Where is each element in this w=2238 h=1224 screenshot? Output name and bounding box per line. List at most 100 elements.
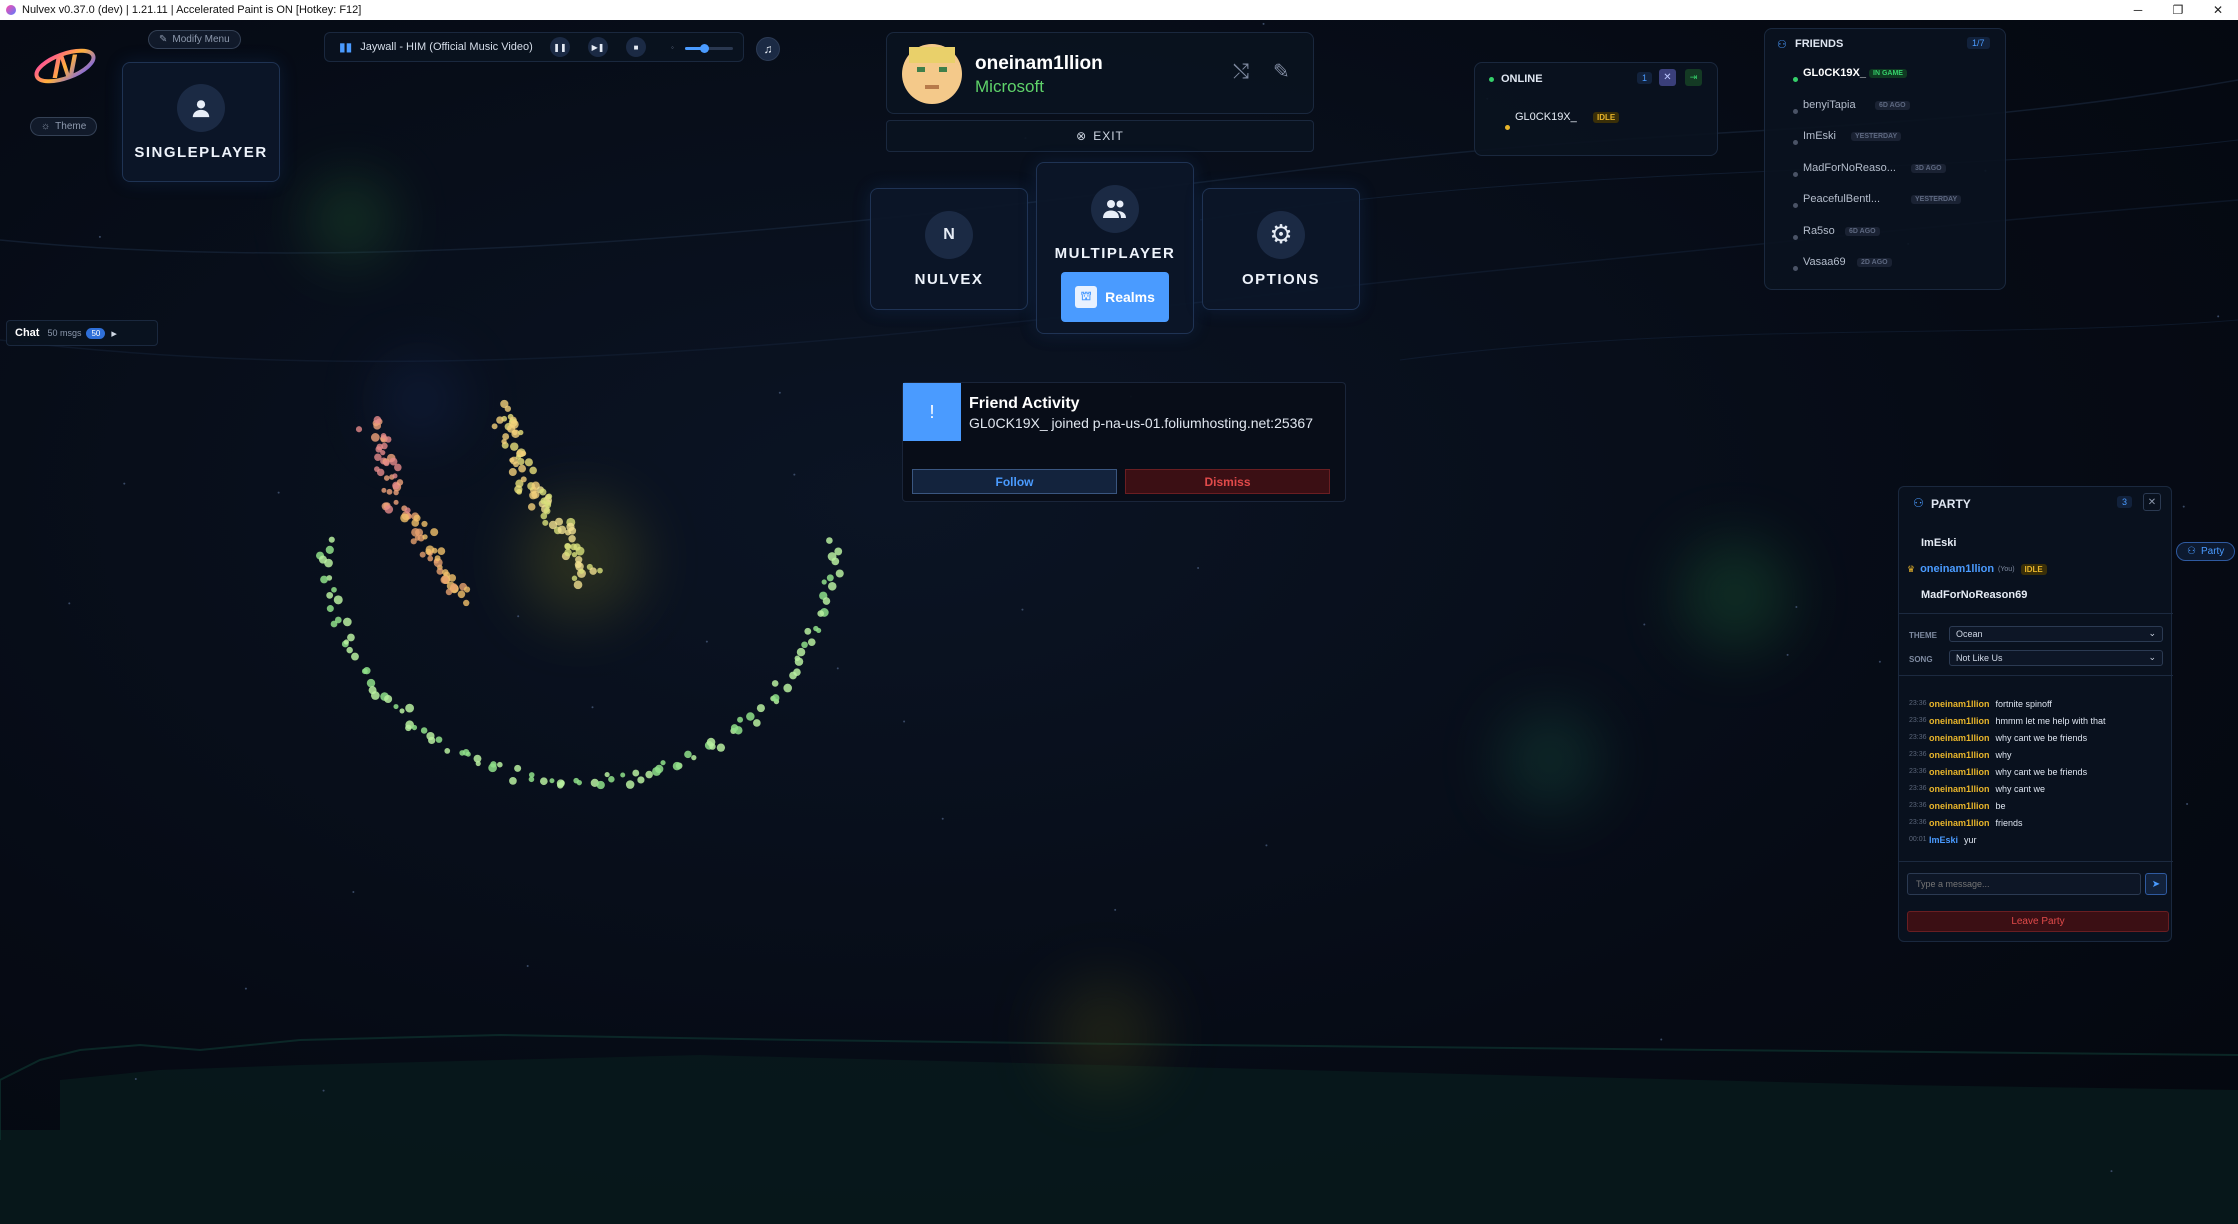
singleplayer-button[interactable]: SINGLEPLAYER [122,62,280,182]
friend-row[interactable]: Ra5so 6D AGO [1765,223,2007,243]
particle [734,726,743,735]
particle [393,499,399,505]
stop-button[interactable]: ■ [626,37,646,57]
nulvex-logo[interactable]: N [30,38,100,94]
particle [510,420,519,429]
realms-icon: ⛫ [1075,286,1098,308]
chat-badge: 50 [86,327,106,339]
pause-button[interactable]: ❚❚ [550,37,570,57]
friend-name: Vasaa69 [1803,256,1846,268]
party-member-self[interactable]: ♛ oneinam1llion (You) IDLE [1907,563,2047,575]
chat-user: oneinam1llion [1929,732,1990,743]
multiplayer-button[interactable]: MULTIPLAYER ⛫ Realms [1036,162,1194,334]
modify-menu-button[interactable]: ✎ Modify Menu [148,30,241,49]
options-label: OPTIONS [1241,270,1320,288]
friend-name: PeacefulBentl... [1803,193,1881,205]
particle [383,475,390,481]
party-member[interactable]: ImEski [1921,537,1956,549]
friend-status: 6D AGO [1875,100,1910,110]
online-dot [1489,77,1494,82]
background-star [244,987,247,990]
x-toggle-icon[interactable]: ✕ [1659,69,1676,86]
particle [546,493,553,500]
particle [796,647,806,657]
particle [414,535,421,541]
realms-button[interactable]: ⛫ Realms [1061,272,1169,322]
particle [834,547,843,556]
particle [571,575,578,581]
volume-slider[interactable] [685,44,733,53]
friend-activity-toast: ! Friend Activity GL0CK19X_ joined p-na-… [902,382,1346,502]
friend-row[interactable]: benyiTapia 6D AGO [1765,97,2007,117]
sun-icon: ☼ [41,121,51,132]
send-button[interactable]: ➤ [2145,873,2167,895]
online-user-name[interactable]: GL0CK19X_ [1515,111,1577,123]
next-button[interactable]: ▶❚ [588,37,608,57]
song-select[interactable]: Not Like Us ⌄ [1949,650,2163,666]
restore-button[interactable]: ❐ [2158,0,2198,20]
particle [737,716,744,723]
chat-message: 23:36 oneinam1llion why cant we [1909,780,2165,797]
particle [333,595,343,605]
friend-status: YESTERDAY [1851,132,1902,141]
background-star [591,706,594,709]
particle [393,704,399,710]
particle [783,683,793,693]
particle [497,761,503,768]
particle [394,463,402,472]
chat-user: oneinam1llion [1929,817,1990,828]
volume-knob[interactable] [700,44,710,53]
theme-select[interactable]: Ocean ⌄ [1949,626,2163,642]
party-side-button[interactable]: ⚇ Party [2176,542,2236,561]
join-icon[interactable]: ⇥ [1685,69,1702,86]
particle [684,750,692,759]
particle [821,579,827,585]
follow-button[interactable]: Follow [912,469,1117,494]
chat-time: 23:36 [1909,819,1927,826]
close-circle-icon: ⊗ [1076,129,1088,143]
chat-message: 23:36 oneinam1llion friends [1909,814,2165,831]
player-avatar[interactable] [901,43,963,105]
friend-name: MadForNoReaso... [1803,161,1896,174]
options-button[interactable]: ⚙ OPTIONS [1202,188,1360,310]
music-note-button[interactable]: ♫ [756,37,780,61]
song-select-value: Not Like Us [1956,653,2003,663]
particle [625,780,635,789]
dismiss-button[interactable]: Dismiss [1125,469,1330,494]
chat-toggle[interactable]: Chat 50 msgs 50 ▸ [6,320,158,346]
theme-button[interactable]: ☼ Theme [30,117,98,136]
particle [513,461,519,468]
particle [804,627,812,635]
nulvex-button[interactable]: N NULVEX [870,188,1028,310]
friend-row[interactable]: ImEski YESTERDAY [1765,128,2007,148]
minimize-button[interactable]: ─ [2118,0,2158,20]
pencil-icon: ✎ [159,34,168,45]
particle [771,680,779,687]
particle [396,479,404,486]
close-button[interactable]: ✕ [2198,0,2238,20]
particle [548,520,558,530]
friend-row[interactable]: GL0CK19X_ IN GAME [1765,65,2007,85]
particle [508,468,517,477]
background-star [1795,605,1798,608]
party-member[interactable]: MadForNoReason69 [1921,589,2027,601]
party-message-input[interactable] [1907,873,2141,895]
chat-message: 23:36 oneinam1llion why cant we be friends [1909,729,2165,746]
particle [576,779,582,786]
chat-user: oneinam1llion [1929,766,1990,777]
leave-party-button[interactable]: Leave Party [1907,911,2169,932]
chat-text: why cant we be friends [1995,766,2088,777]
particle [835,569,844,578]
exit-button[interactable]: ⊗ EXIT [886,120,1314,152]
friend-row[interactable]: Vasaa69 2D AGO [1765,254,2007,274]
friend-row[interactable]: PeacefulBentl... YESTERDAY [1765,191,2007,211]
chat-time: 23:36 [1909,751,1927,758]
particle [793,668,801,676]
shuffle-icon[interactable]: ⤭ [1233,61,1249,84]
party-close-icon[interactable]: ✕ [2143,493,2161,511]
particle [320,575,328,584]
particle [343,639,349,645]
friend-row[interactable]: MadForNoReaso... 3D AGO [1765,160,2007,180]
party-icon: ⚇ [1913,496,1924,510]
edit-icon[interactable]: ✎ [1273,59,1290,84]
